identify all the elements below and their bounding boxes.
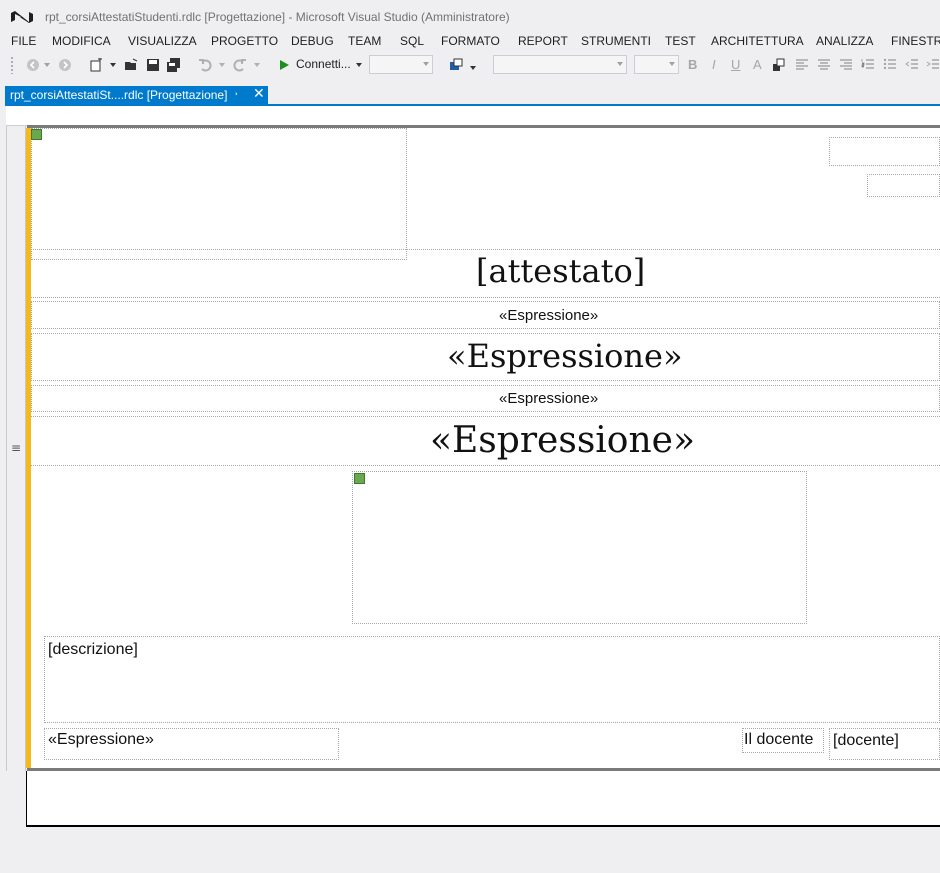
logo-image-box[interactable] [31,128,407,260]
font-color-button[interactable]: A [753,57,762,72]
undo-dropdown-icon[interactable] [219,63,225,67]
page-footer-area[interactable] [26,771,940,827]
align-center-icon[interactable] [817,58,831,72]
undo-icon[interactable] [198,58,212,72]
underline-button[interactable]: U [731,57,740,72]
find-in-files-icon[interactable] [449,58,463,72]
docente-textbox[interactable]: [docente] [833,732,899,750]
menu-analizza[interactable]: ANALIZZA [816,34,873,48]
menu-team[interactable]: TEAM [348,34,381,48]
italic-button[interactable]: I [712,57,716,72]
save-all-icon[interactable] [167,58,181,72]
attestato-textbox[interactable]: [attestato] [476,252,645,290]
menu-strumenti[interactable]: STRUMENTI [581,34,651,48]
bold-button[interactable]: B [688,57,697,72]
save-icon[interactable] [146,58,160,72]
expression-textbox[interactable]: «Espressione» [499,390,598,407]
decrease-indent-icon[interactable] [905,58,919,72]
section-divider [31,416,940,417]
menu-debug[interactable]: DEBUG [291,34,334,48]
center-image-box[interactable] [352,471,807,624]
start-target-label[interactable]: Connetti... [296,57,351,71]
redo-icon[interactable] [233,58,247,72]
align-right-icon[interactable] [839,58,853,72]
descrizione-textbox-box[interactable] [44,636,940,723]
descrizione-textbox[interactable]: [descrizione] [48,641,138,659]
header-textbox-top-right[interactable] [829,137,940,166]
back-dropdown-icon[interactable] [44,63,50,67]
new-project-icon[interactable] [89,58,103,72]
menu-report[interactable]: REPORT [518,34,568,48]
tab-report-design-label: rpt_corsiAttestatiSt....rdlc [Progettazi… [10,88,228,102]
menu-sql[interactable]: SQL [400,34,424,48]
navigate-forward-icon[interactable] [58,58,72,72]
start-debug-icon[interactable] [277,58,291,72]
numbered-list-icon[interactable] [861,58,875,72]
expression-textbox-large[interactable]: «Espressione» [430,420,695,461]
menu-modifica[interactable]: MODIFICA [52,34,111,48]
window-title: rpt_corsiAttestatiStudenti.rdlc [Progett… [45,10,510,24]
redo-dropdown-icon[interactable] [254,63,260,67]
background-color-icon[interactable] [772,58,786,72]
new-dropdown-icon[interactable] [110,63,116,67]
navigate-back-icon[interactable] [26,58,40,72]
menu-finestra[interactable]: FINESTRA [891,34,940,48]
font-size-combo[interactable] [634,55,679,74]
section-divider [31,465,940,466]
solution-configuration-combo[interactable] [369,55,433,74]
bullet-list-icon[interactable] [883,58,897,72]
footer-expression-textbox[interactable]: «Espressione» [48,731,154,749]
menu-progetto[interactable]: PROGETTO [211,34,278,48]
start-dropdown-icon[interactable] [356,63,362,67]
menu-formato[interactable]: FORMATO [441,34,500,48]
expression-textbox-row[interactable] [31,385,940,412]
find-dropdown-icon[interactable] [470,66,476,70]
image-placeholder-icon [354,473,365,484]
il-docente-textbox[interactable]: Il docente [744,731,813,749]
expression-textbox-large[interactable]: «Espressione» [447,337,683,375]
expression-textbox[interactable]: «Espressione» [499,307,598,324]
visual-studio-logo-icon [11,11,33,23]
close-icon[interactable]: ✕ [253,86,265,102]
font-name-combo[interactable] [493,55,627,74]
toolbar-grip[interactable] [10,56,15,74]
menu-test[interactable]: TEST [665,34,696,48]
header-textbox-right[interactable] [867,174,940,197]
section-divider [31,249,940,250]
pin-icon[interactable]: ˒ [235,88,238,101]
open-file-icon[interactable] [124,58,138,72]
menu-visualizza[interactable]: VISUALIZZA [128,34,197,48]
image-placeholder-icon [31,129,42,140]
menu-file[interactable]: FILE [11,34,36,48]
expression-textbox-row[interactable] [31,301,940,329]
align-left-icon[interactable] [795,58,809,72]
resize-handle-icon[interactable]: ≡ [11,441,21,455]
report-header-strip [6,106,940,126]
increase-indent-icon[interactable] [926,58,940,72]
section-divider [31,297,940,298]
menu-architettura[interactable]: ARCHITETTURA [711,34,804,48]
